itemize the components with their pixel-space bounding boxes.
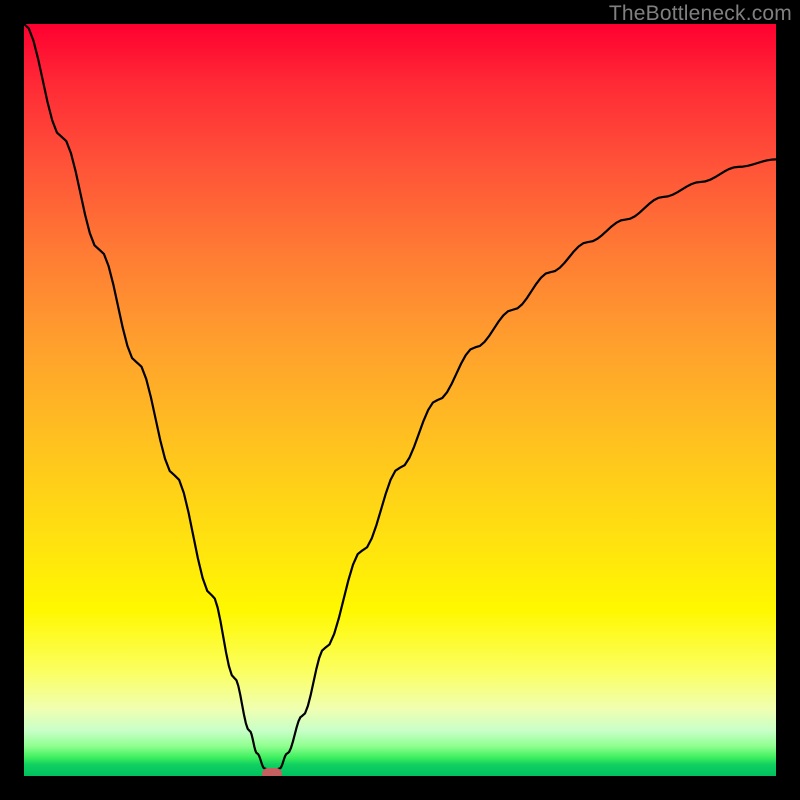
watermark-text: TheBottleneck.com <box>609 2 792 26</box>
chart-frame: TheBottleneck.com <box>0 0 800 800</box>
optimal-point-marker <box>262 768 282 776</box>
bottleneck-curve <box>24 24 776 776</box>
plot-area <box>24 24 776 776</box>
